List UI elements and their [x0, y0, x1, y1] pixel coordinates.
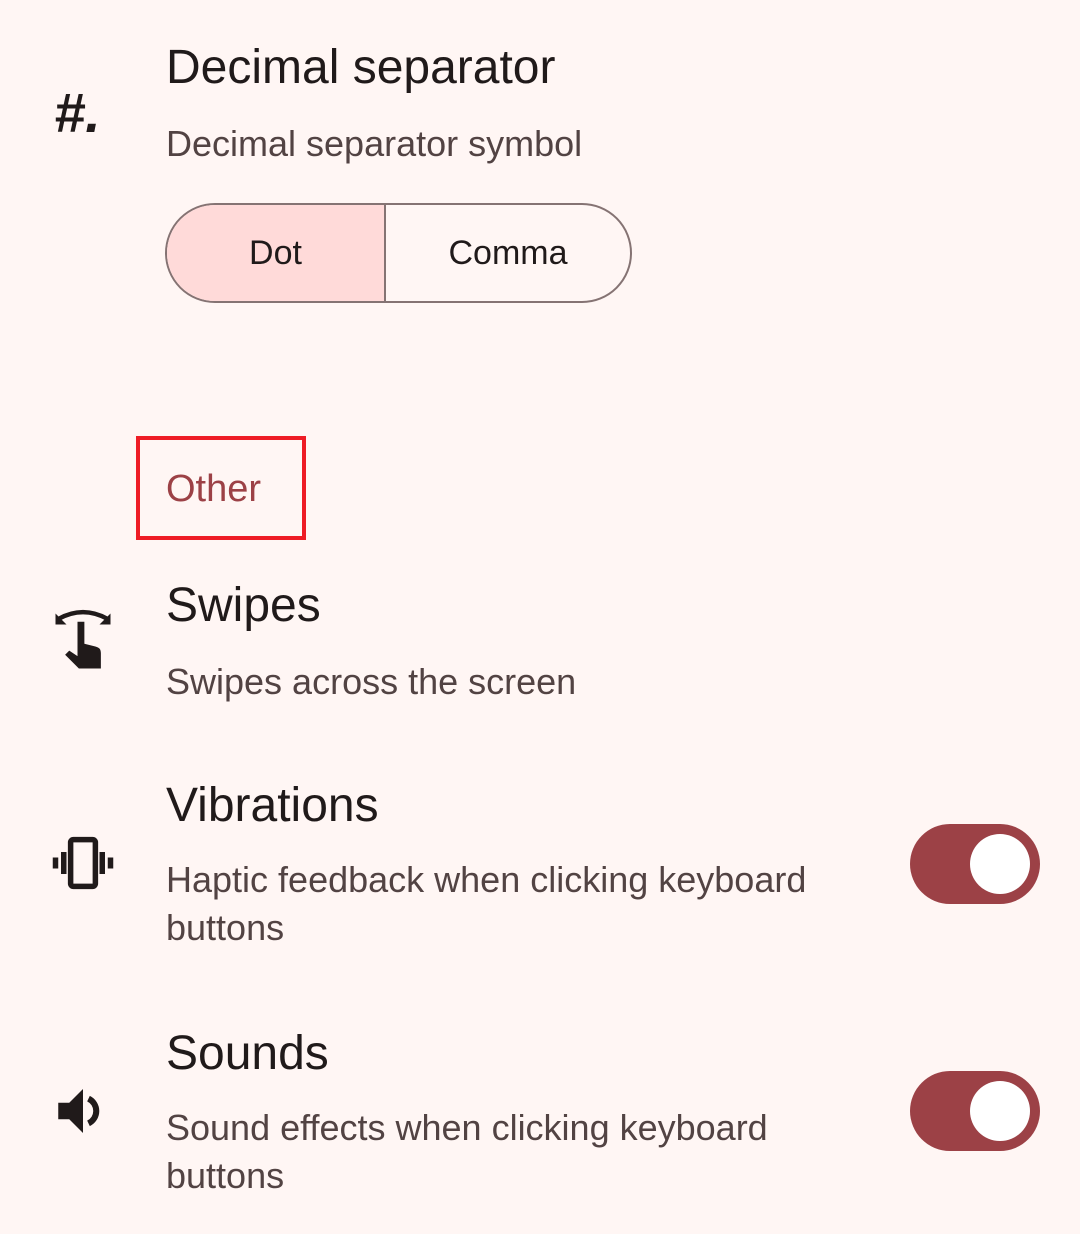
- segment-comma[interactable]: Comma: [386, 205, 630, 301]
- swipes-subtitle: Swipes across the screen: [166, 661, 577, 702]
- segment-dot[interactable]: Dot: [167, 205, 386, 301]
- swipes-title: Swipes: [166, 579, 321, 632]
- vibrations-toggle[interactable]: [910, 824, 1040, 904]
- decimal-subtitle: Decimal separator symbol: [166, 123, 583, 164]
- vibrations-subtitle: Haptic feedback when clicking keyboard b…: [166, 859, 807, 948]
- vibration-icon: [52, 836, 114, 890]
- decimal-title: Decimal separator: [166, 41, 556, 94]
- toggle-knob: [970, 834, 1030, 894]
- swipes-setting[interactable]: Swipes Swipes across the screen: [0, 570, 1080, 720]
- sounds-toggle[interactable]: [910, 1071, 1040, 1151]
- toggle-knob: [970, 1081, 1030, 1141]
- sounds-title: Sounds: [166, 1027, 329, 1080]
- decimal-segmented-control: Dot Comma: [165, 203, 632, 303]
- section-header-other: Other: [166, 468, 262, 510]
- sounds-setting[interactable]: Sounds Sound effects when clicking keybo…: [0, 1018, 1080, 1208]
- vibrations-setting[interactable]: Vibrations Haptic feedback when clicking…: [0, 770, 1080, 960]
- sounds-subtitle: Sound effects when clicking keyboard but…: [166, 1107, 768, 1196]
- swipe-icon: [55, 609, 111, 669]
- volume-icon: [58, 1089, 100, 1133]
- hash-dot-icon: #.: [54, 81, 101, 144]
- vibrations-title: Vibrations: [166, 779, 379, 832]
